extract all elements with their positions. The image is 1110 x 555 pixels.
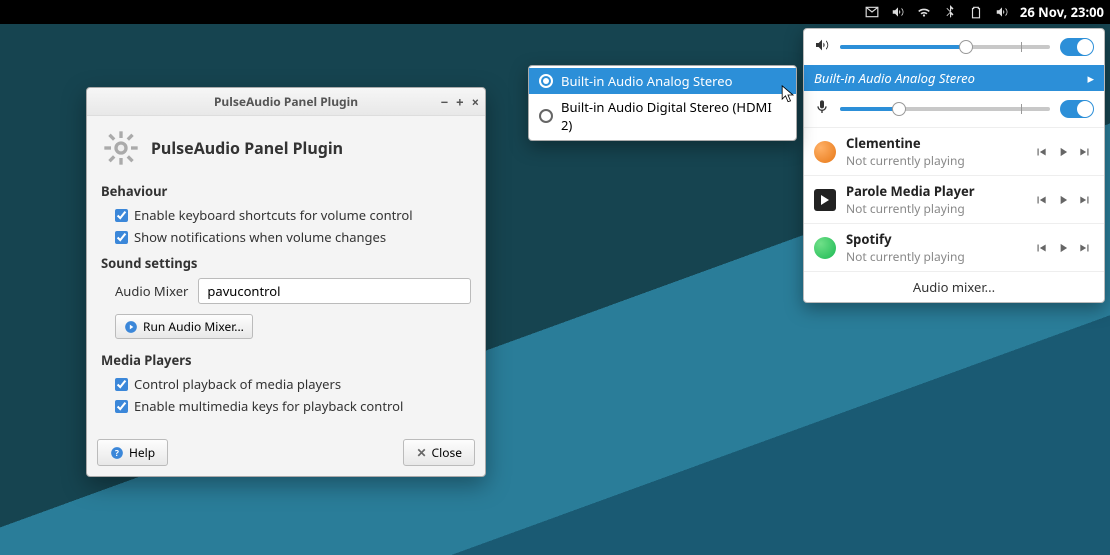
media-app-name: Spotify (846, 230, 1022, 248)
dialog-heading: PulseAudio Panel Plugin (151, 137, 343, 159)
mail-icon[interactable] (864, 4, 880, 20)
audio-mixer-label: Audio Mixer (115, 282, 188, 300)
close-button[interactable]: ✕ Close (403, 439, 475, 466)
checkbox-notifications[interactable]: Show notifications when volume changes (115, 228, 471, 246)
input-volume-slider[interactable] (840, 107, 1050, 111)
media-app-name: Parole Media Player (846, 182, 1022, 200)
section-media: Media Players (101, 351, 471, 369)
checkbox-mmkeys-input[interactable] (115, 400, 128, 413)
clementine-icon (814, 141, 836, 163)
checkbox-keyboard-shortcuts[interactable]: Enable keyboard shortcuts for volume con… (115, 206, 471, 224)
device-option-label: Built-in Audio Analog Stereo (561, 72, 732, 90)
settings-dialog: PulseAudio Panel Plugin − + × PulseAudio… (86, 87, 486, 477)
checkbox-kbd-input[interactable] (115, 209, 128, 222)
next-track-button[interactable] (1076, 191, 1094, 209)
dialog-titlebar[interactable]: PulseAudio Panel Plugin − + × (87, 88, 485, 116)
output-mute-toggle[interactable] (1060, 38, 1094, 56)
previous-track-button[interactable] (1032, 239, 1050, 257)
media-app-row[interactable]: Spotify Not currently playing (804, 223, 1104, 271)
media-app-status: Not currently playing (846, 248, 1022, 265)
next-track-button[interactable] (1076, 143, 1094, 161)
volume-icon[interactable] (890, 4, 906, 20)
checkbox-notify-input[interactable] (115, 231, 128, 244)
media-app-status: Not currently playing (846, 200, 1022, 217)
radio-icon (539, 74, 553, 88)
section-behaviour: Behaviour (101, 182, 471, 200)
speaker-icon (814, 36, 830, 58)
media-app-row[interactable]: Clementine Not currently playing (804, 127, 1104, 175)
device-option[interactable]: Built-in Audio Analog Stereo (529, 68, 796, 94)
previous-track-button[interactable] (1032, 143, 1050, 161)
radio-icon (539, 109, 553, 123)
dialog-title: PulseAudio Panel Plugin (214, 93, 358, 110)
checkbox-control-playback[interactable]: Control playback of media players (115, 375, 471, 393)
output-volume-slider[interactable] (840, 45, 1050, 49)
chevron-right-icon: ▸ (1087, 69, 1094, 87)
top-panel: 26 Nov, 23:00 (0, 0, 1110, 24)
checkbox-control-input[interactable] (115, 378, 128, 391)
audio-mixer-link[interactable]: Audio mixer... (804, 271, 1104, 302)
parole-icon (814, 189, 836, 211)
output-device-row[interactable]: Built-in Audio Analog Stereo ▸ (804, 65, 1104, 91)
microphone-icon (814, 98, 830, 120)
play-button[interactable] (1054, 191, 1072, 209)
run-audio-mixer-button[interactable]: Run Audio Mixer... (115, 314, 253, 339)
close-window-button[interactable]: × (472, 93, 479, 111)
media-app-status: Not currently playing (846, 152, 1022, 169)
media-app-name: Clementine (846, 134, 1022, 152)
input-mute-toggle[interactable] (1060, 100, 1094, 118)
previous-track-button[interactable] (1032, 191, 1050, 209)
panel-clock[interactable]: 26 Nov, 23:00 (1020, 3, 1104, 21)
help-button[interactable]: ? Help (97, 439, 168, 466)
audio-mixer-input[interactable] (198, 278, 471, 304)
gear-icon (101, 128, 141, 168)
device-option-label: Built-in Audio Digital Stereo (HDMI 2) (561, 98, 786, 134)
input-volume-row (804, 91, 1104, 127)
media-app-row[interactable]: Parole Media Player Not currently playin… (804, 175, 1104, 223)
output-volume-row (804, 29, 1104, 65)
svg-text:?: ? (115, 447, 119, 458)
next-track-button[interactable] (1076, 239, 1094, 257)
volume-popover: Built-in Audio Analog Stereo ▸ Clementin… (803, 28, 1105, 303)
spotify-icon (814, 237, 836, 259)
device-submenu: Built-in Audio Analog Stereo Built-in Au… (528, 65, 797, 141)
output-device-label: Built-in Audio Analog Stereo (814, 69, 975, 87)
play-button[interactable] (1054, 239, 1072, 257)
section-sound: Sound settings (101, 254, 471, 272)
mouse-cursor (781, 85, 795, 105)
battery-icon[interactable] (968, 4, 984, 20)
maximize-button[interactable]: + (456, 93, 463, 111)
minimize-button[interactable]: − (441, 93, 449, 111)
bluetooth-icon[interactable] (942, 4, 958, 20)
checkbox-multimedia-keys[interactable]: Enable multimedia keys for playback cont… (115, 397, 471, 415)
device-option[interactable]: Built-in Audio Digital Stereo (HDMI 2) (529, 94, 796, 138)
play-button[interactable] (1054, 143, 1072, 161)
audio-applet-icon[interactable] (994, 4, 1010, 20)
wifi-icon[interactable] (916, 4, 932, 20)
